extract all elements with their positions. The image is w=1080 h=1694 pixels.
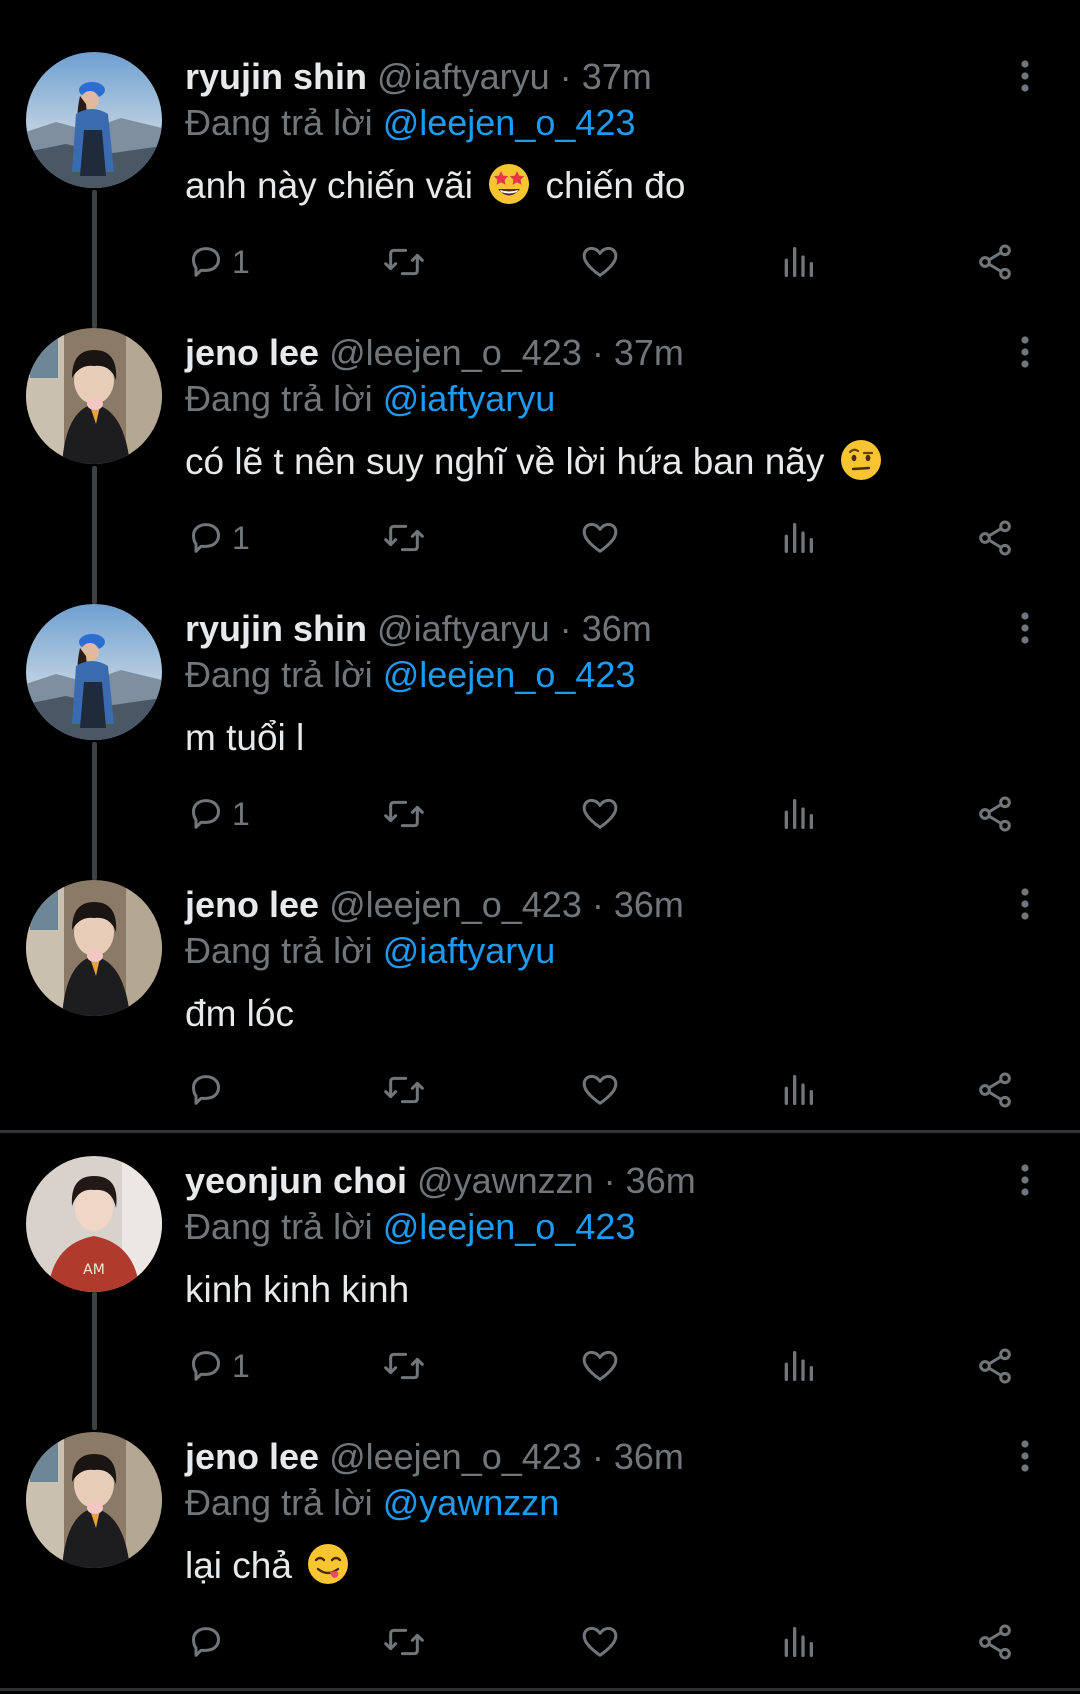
more-options-icon[interactable] <box>1010 1160 1040 1200</box>
reply-thread-feed: ryujin shin @iaftyaryu · 37m Đang trả lờ… <box>0 0 1080 1694</box>
replying-to-label: Đang trả lời <box>185 1482 373 1523</box>
avatar-ryujin[interactable] <box>26 604 162 740</box>
separator-dot: · <box>559 56 572 97</box>
avatar-ryujin[interactable] <box>26 52 162 188</box>
tweet[interactable]: jeno lee @leejen_o_423 · 36m Đang trả lờ… <box>0 828 1080 1108</box>
display-name[interactable]: jeno lee <box>185 1436 319 1477</box>
separator-dot: · <box>603 1160 616 1201</box>
user-handle[interactable]: @iaftyaryu <box>377 608 550 649</box>
tweet[interactable]: ryujin shin @iaftyaryu · 37m Đang trả lờ… <box>0 0 1080 280</box>
replying-to: Đang trả lời @leejen_o_423 <box>185 98 635 148</box>
tweet-header: jeno lee @leejen_o_423 · 36m <box>185 1432 684 1482</box>
tweet-header: ryujin shin @iaftyaryu · 37m <box>185 52 652 102</box>
svg-text:AM: AM <box>83 1262 105 1278</box>
tweet[interactable]: jeno lee @leejen_o_423 · 37m Đang trả lờ… <box>0 276 1080 556</box>
more-options-icon[interactable] <box>1010 608 1040 648</box>
more-options-icon[interactable] <box>1010 56 1040 96</box>
star-struck-emoji <box>487 162 531 206</box>
replying-to-handle[interactable]: @leejen_o_423 <box>383 102 636 143</box>
tweet-text-part: m tuổi l <box>185 717 305 758</box>
avatar-jeno[interactable] <box>26 1432 162 1568</box>
more-options-icon[interactable] <box>1010 332 1040 372</box>
replying-to-label: Đang trả lời <box>185 930 373 971</box>
replying-to: Đang trả lời @iaftyaryu <box>185 926 555 976</box>
tweet[interactable]: ryujin shin @iaftyaryu · 36m Đang trả lờ… <box>0 552 1080 832</box>
tweet-text: có lẽ t nên suy nghĩ về lời hứa ban nãy <box>185 436 887 488</box>
replying-to-label: Đang trả lời <box>185 654 373 695</box>
replying-to-handle[interactable]: @iaftyaryu <box>383 930 556 971</box>
avatar-jeno[interactable] <box>26 328 162 464</box>
reply-icon <box>186 1622 226 1662</box>
timestamp[interactable]: 36m <box>626 1160 696 1201</box>
share-button[interactable] <box>974 1620 1016 1664</box>
tweet-text-part: có lẽ t nên suy nghĩ về lời hứa ban nãy <box>185 441 825 482</box>
tweet-header: ryujin shin @iaftyaryu · 36m <box>185 604 652 654</box>
more-options-icon[interactable] <box>1010 884 1040 924</box>
user-handle[interactable]: @leejen_o_423 <box>329 332 582 373</box>
yum-emoji <box>306 1542 350 1586</box>
separator-dot: · <box>559 608 572 649</box>
replying-to: Đang trả lời @yawnzzn <box>185 1478 559 1528</box>
user-handle[interactable]: @iaftyaryu <box>377 56 550 97</box>
tweet-text-part: chiến đo <box>545 165 686 206</box>
thread-divider <box>0 1688 1080 1691</box>
tweet-header: jeno lee @leejen_o_423 · 37m <box>185 328 684 378</box>
timestamp[interactable]: 37m <box>614 332 684 373</box>
separator-dot: · <box>591 332 604 373</box>
replying-to-label: Đang trả lời <box>185 1206 373 1247</box>
tweet-text-part: lại chả <box>185 1545 292 1586</box>
raised-eyebrow-emoji <box>839 438 883 482</box>
tweet-text-part: anh này chiến vãi <box>185 165 473 206</box>
tweet-header: jeno lee @leejen_o_423 · 36m <box>185 880 684 930</box>
user-handle[interactable]: @leejen_o_423 <box>329 884 582 925</box>
replying-to: Đang trả lời @leejen_o_423 <box>185 1202 635 1252</box>
timestamp[interactable]: 36m <box>614 1436 684 1477</box>
avatar-yeonjun[interactable]: AM <box>26 1156 162 1292</box>
tweet-text: lại chả <box>185 1540 354 1592</box>
share-icon <box>974 1622 1016 1662</box>
tweet-text: anh này chiến vãi chiến đo <box>185 160 685 212</box>
replying-to-handle[interactable]: @yawnzzn <box>383 1482 560 1523</box>
separator-dot: · <box>591 1436 604 1477</box>
replying-to-handle[interactable]: @leejen_o_423 <box>383 1206 636 1247</box>
avatar-jeno[interactable] <box>26 880 162 1016</box>
user-handle[interactable]: @leejen_o_423 <box>329 1436 582 1477</box>
display-name[interactable]: jeno lee <box>185 332 319 373</box>
tweet-text-part: đm lóc <box>185 993 294 1034</box>
timestamp[interactable]: 36m <box>582 608 652 649</box>
action-bar <box>0 1620 1080 1664</box>
display-name[interactable]: ryujin shin <box>185 56 367 97</box>
tweet[interactable]: jeno lee @leejen_o_423 · 36m Đang trả lờ… <box>0 1380 1080 1660</box>
replying-to: Đang trả lời @leejen_o_423 <box>185 650 635 700</box>
display-name[interactable]: yeonjun choi <box>185 1160 407 1201</box>
user-handle[interactable]: @yawnzzn <box>417 1160 594 1201</box>
retweet-icon <box>382 1622 426 1662</box>
tweet[interactable]: AM yeonjun choi @yawnzzn · 36m Đang trả … <box>0 1104 1080 1384</box>
timestamp[interactable]: 36m <box>614 884 684 925</box>
reply-button[interactable] <box>186 1620 232 1664</box>
retweet-button[interactable] <box>382 1620 426 1664</box>
display-name[interactable]: jeno lee <box>185 884 319 925</box>
replying-to-handle[interactable]: @leejen_o_423 <box>383 654 636 695</box>
tweet-header: yeonjun choi @yawnzzn · 36m <box>185 1156 696 1206</box>
more-options-icon[interactable] <box>1010 1436 1040 1476</box>
tweet-text-part: kinh kinh kinh <box>185 1269 410 1310</box>
timestamp[interactable]: 37m <box>582 56 652 97</box>
replying-to-handle[interactable]: @iaftyaryu <box>383 378 556 419</box>
views-chart-icon <box>778 1622 818 1662</box>
tweet-text: đm lóc <box>185 988 294 1040</box>
views-button[interactable] <box>778 1620 818 1664</box>
replying-to-label: Đang trả lời <box>185 378 373 419</box>
replying-to-label: Đang trả lời <box>185 102 373 143</box>
separator-dot: · <box>591 884 604 925</box>
heart-icon <box>580 1622 620 1662</box>
like-button[interactable] <box>580 1620 620 1664</box>
display-name[interactable]: ryujin shin <box>185 608 367 649</box>
tweet-text: kinh kinh kinh <box>185 1264 409 1316</box>
replying-to: Đang trả lời @iaftyaryu <box>185 374 555 424</box>
tweet-text: m tuổi l <box>185 712 304 764</box>
